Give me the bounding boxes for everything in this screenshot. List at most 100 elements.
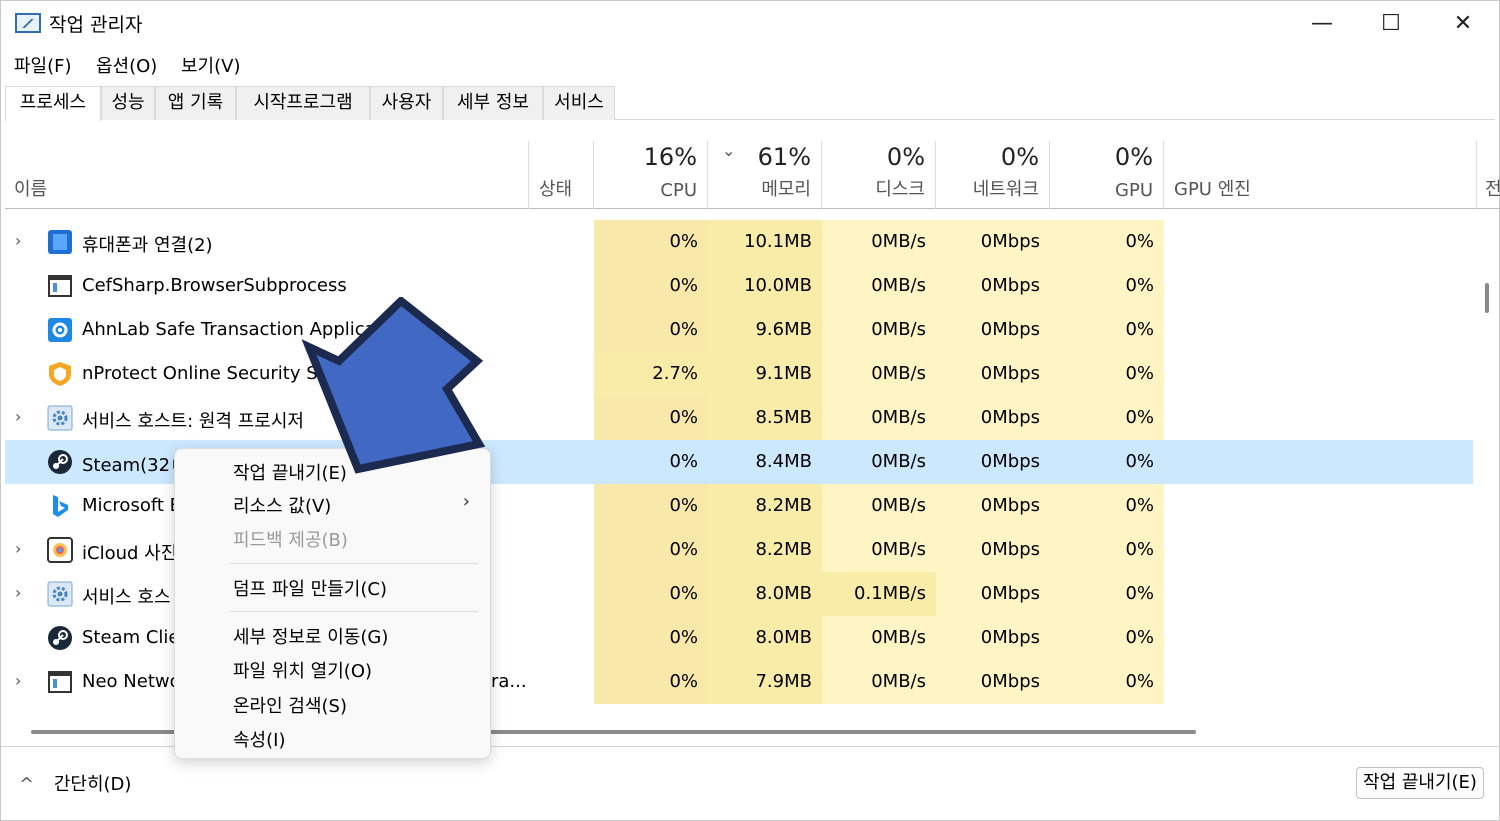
expand-chevron-icon[interactable]: ›	[15, 407, 21, 426]
expand-chevron-icon[interactable]: ›	[15, 539, 21, 558]
close-button[interactable]: ✕	[1443, 9, 1483, 39]
header-name-label: 이름	[14, 179, 48, 200]
cell-disk: 0MB/s	[871, 451, 926, 472]
ctx-create-dump[interactable]: 덤프 파일 만들기(C)	[233, 575, 387, 601]
expand-chevron-icon[interactable]: ›	[15, 231, 21, 250]
ctx-go-to-details[interactable]: 세부 정보로 이동(G)	[233, 623, 388, 649]
tab-performance[interactable]: 성능	[101, 86, 155, 120]
cell-cpu: 0%	[594, 308, 708, 352]
header-disk[interactable]: 0% 디스크	[822, 141, 936, 209]
maximize-button[interactable]: ☐	[1371, 9, 1411, 39]
ctx-separator	[230, 611, 478, 612]
ctx-search-online[interactable]: 온라인 검색(S)	[233, 692, 347, 718]
header-disk-label: 디스크	[875, 179, 925, 200]
header-network[interactable]: 0% 네트워크	[936, 141, 1050, 209]
cell-net: 0Mbps	[936, 660, 1050, 704]
cell-mem: 8.0MB	[708, 616, 822, 660]
tab-details[interactable]: 세부 정보	[443, 86, 543, 120]
tab-startup[interactable]: 시작프로그램	[236, 86, 370, 120]
window-title: 작업 관리자	[49, 14, 143, 36]
cell-gpu: 0%	[1050, 616, 1164, 660]
process-row[interactable]: AhnLab Safe Transaction Applicatio 0% 9.6M…	[5, 308, 1473, 352]
tab-strip: 프로세스 성능 앱 기록 시작프로그램 사용자 세부 정보 서비스	[5, 86, 1495, 121]
tab-processes[interactable]: 프로세스	[5, 86, 101, 121]
cell-mem: 7.9MB	[708, 660, 822, 704]
disk-percent: 0%	[886, 143, 925, 171]
ctx-resource-values[interactable]: 리소스 값(V)	[233, 492, 331, 518]
process-name: 서비스 호스트: 원격 프로시저	[82, 411, 304, 432]
header-name[interactable]: 이름	[5, 141, 529, 209]
cell-cpu: 0%	[594, 396, 708, 440]
cell-net: 0Mbps	[936, 484, 1050, 528]
cell-gpu: 0%	[1050, 484, 1164, 528]
steam-icon	[47, 625, 73, 651]
header-power-label: 전	[1485, 179, 1500, 200]
cell-gpu: 0%	[1050, 264, 1164, 308]
header-power[interactable]: 전	[1477, 141, 1500, 209]
cell-disk: 0MB/s	[822, 528, 936, 572]
menu-view[interactable]: 보기(V)	[181, 52, 240, 78]
cell-cpu: 0%	[594, 528, 708, 572]
cell-disk: 0MB/s	[822, 660, 936, 704]
cell-cpu: 0%	[594, 264, 708, 308]
header-gpu-engine[interactable]: GPU 엔진	[1164, 141, 1477, 209]
process-row[interactable]: nProtect Online Security Sta 2.7% 9.1MB 0MB…	[5, 352, 1473, 396]
collapse-label: 간단히(D)	[53, 774, 132, 795]
header-memory[interactable]: ⌄ 61% 메모리	[708, 141, 822, 209]
expand-chevron-icon[interactable]: ›	[15, 671, 21, 690]
process-name: nProtect Online Security Sta	[82, 363, 336, 384]
tab-services[interactable]: 서비스	[543, 86, 615, 120]
shield-icon	[47, 361, 73, 387]
process-name: iCloud 사진	[82, 543, 178, 564]
process-status: ra...	[491, 671, 527, 692]
ctx-properties[interactable]: 속성(I)	[233, 726, 285, 752]
phone-link-icon	[47, 229, 73, 255]
memory-percent: 61%	[757, 143, 811, 171]
cell-disk: 0MB/s	[822, 308, 936, 352]
cell-disk: 0MB/s	[822, 352, 936, 396]
minimize-button[interactable]: —	[1302, 9, 1342, 39]
column-header: 이름 상태 16% CPU ⌄ 61% 메모리 0% 디스크 0% 네트워크 0…	[5, 141, 1500, 209]
ctx-open-file-location[interactable]: 파일 위치 열기(O)	[233, 657, 372, 683]
cell-mem: 10.1MB	[708, 220, 822, 264]
end-task-button[interactable]: 작업 끝내기(E)	[1356, 767, 1484, 799]
header-status[interactable]: 상태	[529, 141, 594, 209]
header-gpu[interactable]: 0% GPU	[1050, 141, 1164, 209]
header-network-label: 네트워크	[972, 179, 1039, 200]
cell-gpu: 0%	[1050, 528, 1164, 572]
cell-net: 0Mbps	[936, 308, 1050, 352]
menu-options[interactable]: 옵션(O)	[96, 52, 157, 78]
cell-gpu: 0%	[1050, 660, 1164, 704]
process-row[interactable]: CefSharp.BrowserSubprocess 0% 10.0MB 0MB/s 0…	[5, 264, 1473, 308]
header-cpu[interactable]: 16% CPU	[594, 141, 708, 209]
process-name: Steam(32ㅂ	[82, 455, 187, 476]
cell-net: 0Mbps	[936, 396, 1050, 440]
cpu-percent: 16%	[643, 143, 697, 171]
tab-app-history[interactable]: 앱 기록	[155, 86, 236, 120]
ctx-separator	[230, 563, 478, 564]
window-app-icon	[47, 669, 73, 695]
process-name: Neo Netwo	[82, 671, 181, 692]
vertical-scrollbar[interactable]	[1485, 283, 1489, 313]
chevron-up-icon: ^	[19, 774, 35, 795]
cell-net: 0Mbps	[980, 451, 1040, 472]
process-row[interactable]: › 서비스 호스트: 원격 프로시저 0% 8.5MB 0MB/s 0Mbps 0%	[5, 396, 1473, 440]
window-app-icon	[47, 273, 73, 299]
cell-disk: 0MB/s	[822, 264, 936, 308]
tab-users[interactable]: 사용자	[370, 86, 443, 120]
cell-gpu: 0%	[1050, 396, 1164, 440]
process-name: CefSharp.BrowserSubprocess	[82, 275, 347, 296]
process-name: 서비스 호스	[82, 587, 171, 608]
cell-cpu: 0%	[594, 220, 708, 264]
process-row[interactable]: › 휴대폰과 연결(2) 0% 10.1MB 0MB/s 0Mbps 0%	[5, 220, 1473, 264]
process-name: Microsoft E	[82, 495, 182, 516]
expand-chevron-icon[interactable]: ›	[15, 583, 21, 602]
cell-cpu: 2.7%	[594, 352, 708, 396]
cell-cpu: 0%	[594, 616, 708, 660]
cell-mem: 9.6MB	[708, 308, 822, 352]
header-gpu-engine-label: GPU 엔진	[1174, 179, 1251, 200]
cell-gpu: 0%	[1050, 308, 1164, 352]
menu-file[interactable]: 파일(F)	[14, 52, 72, 78]
header-status-label: 상태	[539, 179, 573, 200]
collapse-button[interactable]: ^ 간단히(D)	[19, 770, 131, 796]
